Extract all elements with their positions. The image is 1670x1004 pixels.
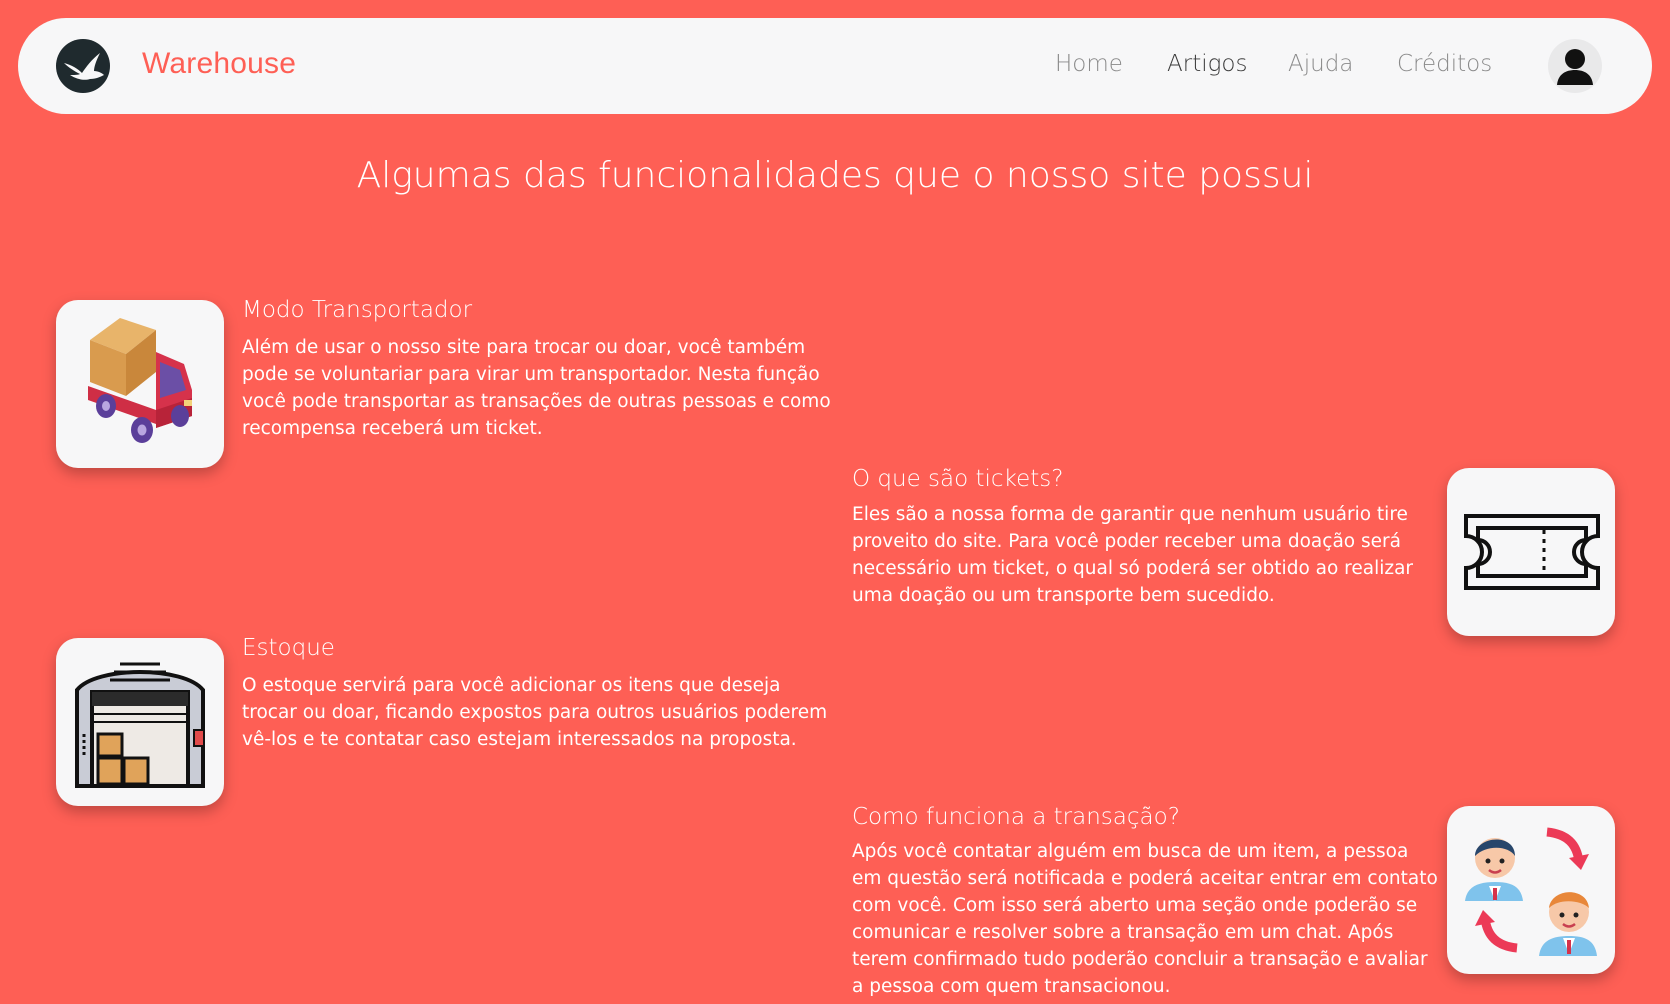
people-exchange-icon — [1465, 827, 1597, 956]
delivery-truck-card — [56, 300, 224, 468]
feature-title: Como funciona a transação? — [852, 804, 1180, 830]
feature-title: O que são tickets? — [852, 466, 1064, 492]
navbar: Warehouse Home Artigos Ajuda Créditos — [18, 18, 1652, 114]
feature-description: Além de usar o nosso site para trocar ou… — [242, 337, 831, 439]
feature-description: O estoque servirá para você adicionar os… — [242, 675, 828, 750]
nav-link-ajuda[interactable]: Ajuda — [1288, 51, 1353, 77]
feature-description: Após você contatar alguém em busca de um… — [852, 841, 1438, 997]
feature-title: Modo Transportador — [242, 297, 473, 323]
warehouse-card — [56, 638, 224, 806]
nav-link-home[interactable]: Home — [1055, 51, 1123, 77]
feature-description: Eles são a nossa forma de garantir que n… — [852, 504, 1414, 606]
warehouse-icon — [75, 662, 205, 788]
nav-link-artigos[interactable]: Artigos — [1167, 51, 1247, 77]
dove-logo-icon[interactable] — [56, 39, 110, 93]
page-title: Algumas das funcionalidades que o nosso … — [356, 155, 1314, 196]
ticket-card — [1447, 468, 1615, 636]
brand-name[interactable]: Warehouse — [142, 47, 296, 81]
user-avatar-icon[interactable] — [1548, 39, 1602, 93]
people-exchange-card — [1447, 806, 1615, 974]
feature-title: Estoque — [242, 635, 335, 661]
ticket-icon — [1464, 514, 1600, 590]
nav-link-creditos[interactable]: Créditos — [1397, 51, 1492, 77]
delivery-truck-icon — [88, 318, 192, 443]
